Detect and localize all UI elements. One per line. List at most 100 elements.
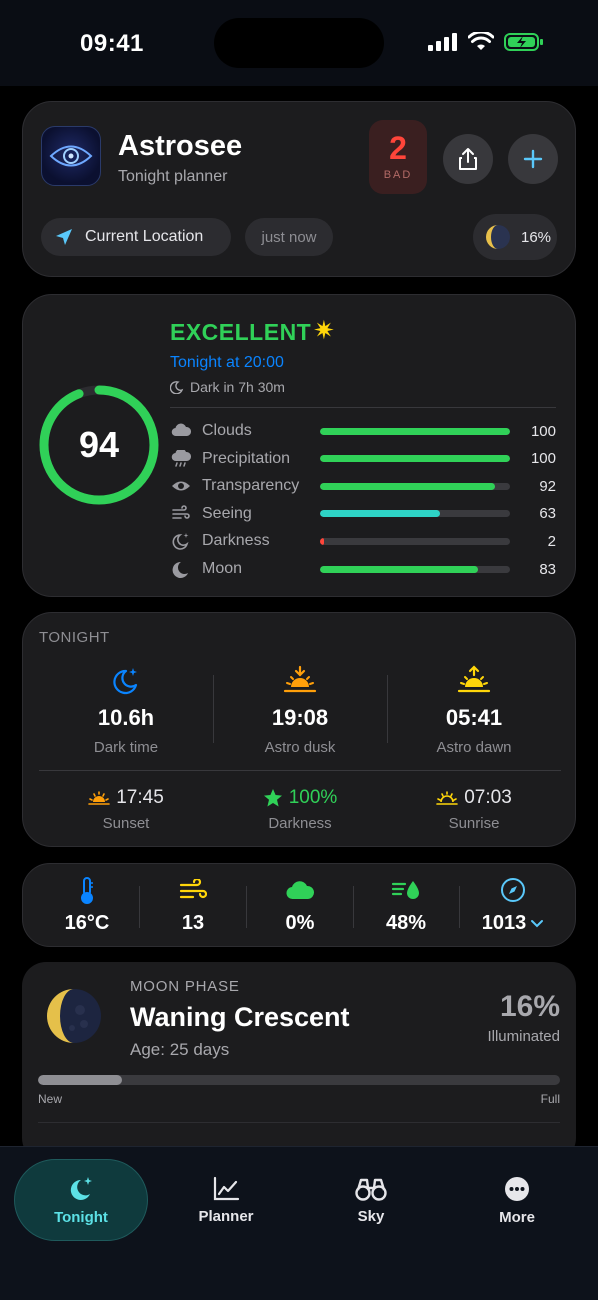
thermometer-icon xyxy=(81,877,93,904)
metric-value: 100 xyxy=(530,450,556,468)
app-subtitle: Tonight planner xyxy=(118,168,228,185)
bad-count-badge[interactable]: 2 BAD xyxy=(369,120,427,194)
moon-stars-icon xyxy=(170,381,184,394)
metric-bar-fill xyxy=(320,510,440,518)
metric-row: Moon 83 xyxy=(170,558,556,580)
new-moon-label: New xyxy=(38,1092,63,1106)
astro-dawn-value: 05:41 xyxy=(445,705,503,730)
moon-cycle-fill xyxy=(38,1075,122,1085)
dynamic-island xyxy=(214,18,384,68)
sunrise-label: Sunrise xyxy=(448,815,500,832)
tab-label: Sky xyxy=(357,1207,385,1225)
darkness-value: 100% xyxy=(288,787,338,808)
app-logo xyxy=(41,126,101,186)
weather-strip: 16°C 13 0% 48% 1013 xyxy=(22,863,576,947)
chevron-down-icon xyxy=(531,919,544,927)
moon-illumination-percent: 16% xyxy=(499,990,560,1023)
temperature-stat: 16°C xyxy=(35,876,139,935)
metric-bar xyxy=(320,537,510,545)
astro-dusk-value: 19:08 xyxy=(271,705,329,730)
moon-percent-pill[interactable]: 16% xyxy=(473,214,557,260)
metric-name: Clouds xyxy=(202,422,252,439)
share-icon xyxy=(459,148,477,170)
wind-stat: 13 xyxy=(141,876,245,935)
chart-icon xyxy=(213,1176,240,1200)
status-time: 09:41 xyxy=(80,30,144,57)
metric-name: Transparency xyxy=(202,477,300,495)
tonight-at[interactable]: Tonight at 20:00 xyxy=(170,354,284,372)
tab-tonight[interactable]: Tonight xyxy=(14,1159,148,1241)
divider xyxy=(39,770,561,771)
tab-bar: Tonight Planner Sky More xyxy=(0,1146,598,1300)
tonight-label: TONIGHT xyxy=(39,629,110,646)
darkness-stat: 100% Darkness xyxy=(213,787,387,832)
plus-icon xyxy=(523,149,543,169)
metric-bar xyxy=(320,482,510,490)
metric-value: 100 xyxy=(530,422,556,440)
wind-icon xyxy=(179,879,207,899)
moon-phase-card: MOON PHASE Waning Crescent Age: 25 days … xyxy=(22,962,576,1162)
metric-row: Precipitation 100 xyxy=(170,448,556,470)
metric-bar-fill xyxy=(320,565,478,573)
divider xyxy=(170,407,556,408)
metric-row: Clouds 100 xyxy=(170,420,556,442)
metric-row: Darkness 2 xyxy=(170,530,556,552)
sunset-value: 17:45 xyxy=(116,787,164,808)
metric-bar-fill xyxy=(320,482,495,490)
divider xyxy=(246,886,247,928)
moon-phase-icon xyxy=(47,989,101,1043)
astro-dawn-stat: 05:41 Astro dawn xyxy=(387,665,561,756)
humidity-value: 48% xyxy=(385,912,427,934)
dark-time-label: Dark time xyxy=(93,739,159,756)
moon-cycle-track xyxy=(38,1075,560,1085)
moon-phase-name: Waning Crescent xyxy=(130,1002,350,1032)
metric-row: Transparency 92 xyxy=(170,475,556,497)
dark-in: Dark in 7h 30m xyxy=(170,379,285,395)
divider xyxy=(139,886,140,928)
add-button[interactable] xyxy=(508,134,558,184)
status-bar: 09:41 xyxy=(0,0,598,86)
rain-icon xyxy=(170,449,192,468)
location-label: Current Location xyxy=(85,228,204,245)
bad-label: BAD xyxy=(383,169,413,181)
tab-label: Tonight xyxy=(54,1208,108,1226)
humidity-stat: 48% xyxy=(354,876,458,935)
dark-time-value: 10.6h xyxy=(97,705,155,730)
sunset-small-icon xyxy=(88,791,111,805)
metric-value: 63 xyxy=(539,505,556,523)
pressure-value: 1013 xyxy=(481,912,527,934)
metric-name: Seeing xyxy=(202,504,252,522)
metric-row: Seeing 63 xyxy=(170,503,556,525)
header-card: Astrosee Tonight planner 2 BAD Current L… xyxy=(22,101,576,277)
moon-stars-icon xyxy=(70,1176,92,1200)
location-arrow-icon xyxy=(56,229,72,245)
star-icon xyxy=(263,789,282,807)
app-title: Astrosee xyxy=(118,130,243,162)
sunrise-value: 07:03 xyxy=(464,787,512,808)
sunset-label: Sunset xyxy=(102,815,150,832)
tab-sky[interactable]: Sky xyxy=(304,1159,438,1241)
humidity-icon xyxy=(391,881,419,899)
bad-count: 2 xyxy=(389,130,407,166)
location-pill[interactable]: Current Location xyxy=(41,218,231,256)
moon-stars-icon xyxy=(170,532,192,551)
metric-value: 92 xyxy=(539,477,556,495)
eye-icon xyxy=(170,477,192,495)
moon-phase-small-icon xyxy=(486,225,510,249)
sunrise-small-icon xyxy=(436,791,459,805)
moon-phase-label: MOON PHASE xyxy=(130,978,240,995)
eye-logo-icon xyxy=(49,145,93,167)
metric-name: Precipitation xyxy=(202,449,291,467)
metric-name: Moon xyxy=(202,560,243,577)
sunset-icon xyxy=(283,665,317,693)
dark-in-label: Dark in 7h 30m xyxy=(190,379,285,395)
share-button[interactable] xyxy=(443,134,493,184)
metric-value: 2 xyxy=(547,532,556,550)
illuminated-label: Illuminated xyxy=(487,1028,560,1045)
tab-more[interactable]: More xyxy=(450,1159,584,1241)
tab-planner[interactable]: Planner xyxy=(159,1159,293,1241)
pressure-stat[interactable]: 1013 xyxy=(461,876,565,935)
astro-dawn-label: Astro dawn xyxy=(436,739,512,756)
updated-pill: just now xyxy=(245,218,333,256)
score-card: 94 EXCELLENT ✷ Tonight at 20:00 Dark in … xyxy=(22,294,576,597)
